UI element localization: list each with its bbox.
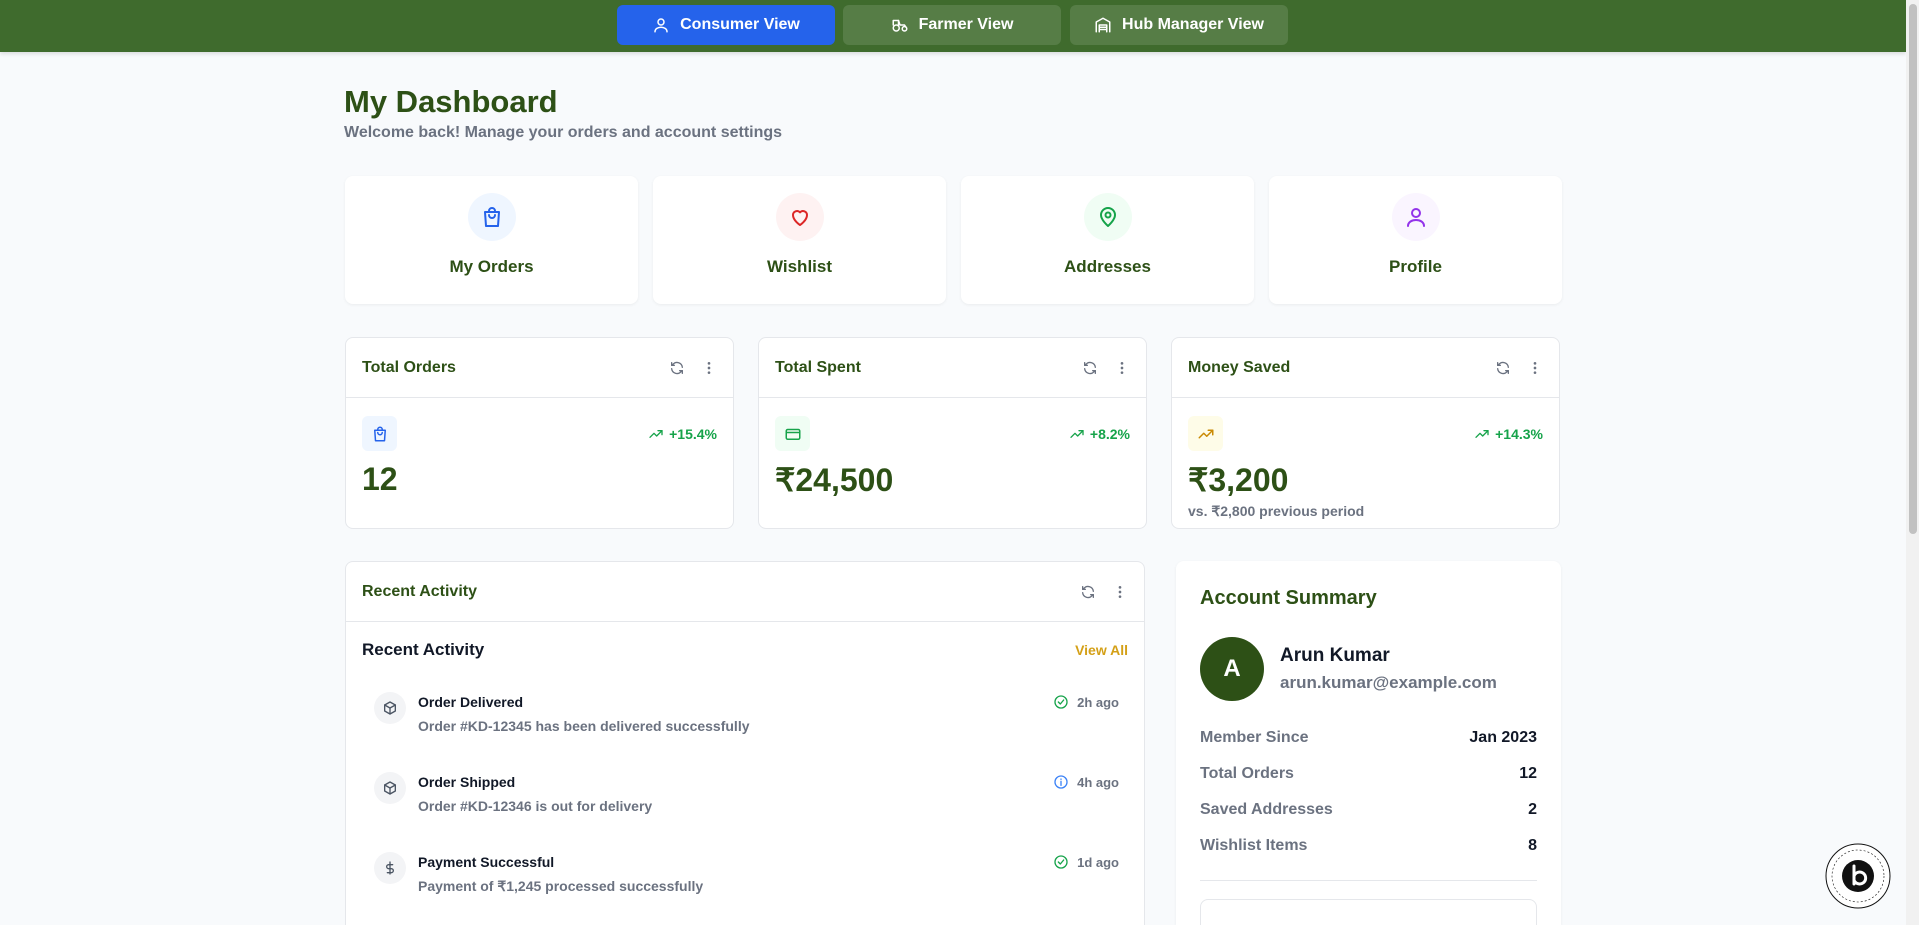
hub-manager-view-button[interactable]: Hub Manager View <box>1070 5 1288 45</box>
activity-item[interactable]: Order Delivered Order #KD-12345 has been… <box>374 690 1119 750</box>
user-email: arun.kumar@example.com <box>1280 673 1497 692</box>
stat-card-total-orders: Total Orders +15.4% 12 <box>345 337 734 529</box>
activity-card-title: Recent Activity <box>362 582 477 600</box>
trend-badge: +15.4% <box>648 426 717 442</box>
avatar: A <box>1200 637 1264 701</box>
activity-item[interactable]: Payment Successful Payment of ₹1,245 pro… <box>374 850 1119 910</box>
trending-up-icon <box>1198 429 1213 438</box>
activity-time: 1d ago <box>1077 854 1119 870</box>
quick-link-my-orders[interactable]: My Orders <box>345 176 638 304</box>
page-subtitle: Welcome back! Manage your orders and acc… <box>344 124 783 141</box>
trend-badge: +14.3% <box>1474 426 1543 442</box>
refresh-icon[interactable] <box>1495 360 1511 376</box>
summary-row-member-since: Member Since Jan 2023 <box>1200 729 1537 746</box>
hub-manager-view-label: Hub Manager View <box>1122 16 1264 33</box>
user-icon <box>1406 208 1425 227</box>
quick-actions-box <box>1200 899 1537 925</box>
recent-activity-card: Recent Activity Recent Activity View All… <box>345 561 1145 925</box>
refresh-icon[interactable] <box>1082 360 1098 376</box>
package-icon <box>384 701 396 715</box>
stat-card-total-spent: Total Spent +8.2% ₹24,500 <box>758 337 1147 529</box>
warehouse-icon <box>1095 17 1111 33</box>
trending-up-icon <box>1070 429 1084 438</box>
heart-icon <box>791 210 808 226</box>
activity-title: Order Delivered <box>418 694 524 710</box>
check-circle-icon <box>1054 695 1068 709</box>
trend-badge: +8.2% <box>1069 426 1130 442</box>
more-vertical-icon[interactable] <box>1527 360 1543 376</box>
activity-description: Order #KD-12345 has been delivered succe… <box>418 718 750 734</box>
user-icon <box>654 18 668 33</box>
stat-value: ₹3,200 <box>1188 462 1289 498</box>
refresh-icon[interactable] <box>669 360 685 376</box>
page-title: My Dashboard <box>344 84 558 119</box>
package-icon <box>384 781 396 795</box>
stat-card-money-saved: Money Saved +14.3% ₹3,200 vs. ₹2,800 pre… <box>1171 337 1560 529</box>
view-switcher-bar: Consumer View Farmer View Hub Manager Vi… <box>0 0 1906 52</box>
quick-link-label: Wishlist <box>766 257 833 276</box>
stat-value: ₹24,500 <box>775 462 894 498</box>
quick-link-label: Addresses <box>1064 257 1151 276</box>
stat-value: 12 <box>362 461 398 497</box>
farmer-view-button[interactable]: Farmer View <box>843 5 1061 45</box>
consumer-view-button[interactable]: Consumer View <box>617 5 835 45</box>
account-summary-card: Account Summary A Arun Kumar arun.kumar@… <box>1176 561 1561 925</box>
quick-link-addresses[interactable]: Addresses <box>961 176 1254 304</box>
info-icon <box>1054 775 1068 789</box>
refresh-icon[interactable] <box>1080 584 1096 600</box>
quick-link-label: Profile <box>1389 257 1442 276</box>
activity-item[interactable]: Order Shipped Order #KD-12346 is out for… <box>374 770 1119 830</box>
check-circle-icon <box>1054 855 1068 869</box>
map-pin-icon <box>1099 207 1116 227</box>
stat-comparison-note: vs. ₹2,800 previous period <box>1188 503 1365 519</box>
consumer-view-label: Consumer View <box>680 16 800 33</box>
activity-title: Payment Successful <box>418 854 555 870</box>
quick-link-label: My Orders <box>449 257 534 276</box>
more-vertical-icon[interactable] <box>1112 584 1128 600</box>
shopping-bag-icon <box>373 426 386 441</box>
stat-title: Money Saved <box>1188 358 1291 376</box>
farmer-view-label: Farmer View <box>918 16 1014 33</box>
summary-divider <box>1200 880 1537 881</box>
more-vertical-icon[interactable] <box>701 360 717 376</box>
trending-up-icon <box>1475 429 1489 438</box>
shopping-bag-icon <box>483 207 500 227</box>
activity-description: Order #KD-12346 is out for delivery <box>418 798 653 814</box>
view-all-link[interactable]: View All <box>1075 642 1128 658</box>
tractor-icon <box>892 19 908 32</box>
quick-link-wishlist[interactable]: Wishlist <box>653 176 946 304</box>
user-name: Arun Kumar <box>1280 645 1390 666</box>
scrollbar-thumb[interactable] <box>1909 4 1917 534</box>
bolt-badge-icon[interactable] <box>1824 842 1892 910</box>
activity-description: Payment of ₹1,245 processed successfully <box>418 878 704 894</box>
page-scrollbar[interactable] <box>1906 0 1919 925</box>
activity-time: 2h ago <box>1077 694 1119 710</box>
more-vertical-icon[interactable] <box>1114 360 1130 376</box>
quick-link-profile[interactable]: Profile <box>1269 176 1562 304</box>
summary-row-wishlist-items: Wishlist Items 8 <box>1200 837 1537 854</box>
trending-up-icon <box>649 429 663 438</box>
summary-row-saved-addresses: Saved Addresses 2 <box>1200 801 1537 818</box>
summary-row-total-orders: Total Orders 12 <box>1200 765 1537 782</box>
account-summary-title: Account Summary <box>1200 587 1377 609</box>
stat-title: Total Orders <box>362 358 456 376</box>
activity-time: 4h ago <box>1077 774 1119 790</box>
credit-card-icon <box>785 428 800 440</box>
activity-list-title: Recent Activity <box>362 640 485 659</box>
stat-title: Total Spent <box>775 358 861 376</box>
activity-title: Order Shipped <box>418 774 516 790</box>
dollar-icon <box>386 861 394 875</box>
